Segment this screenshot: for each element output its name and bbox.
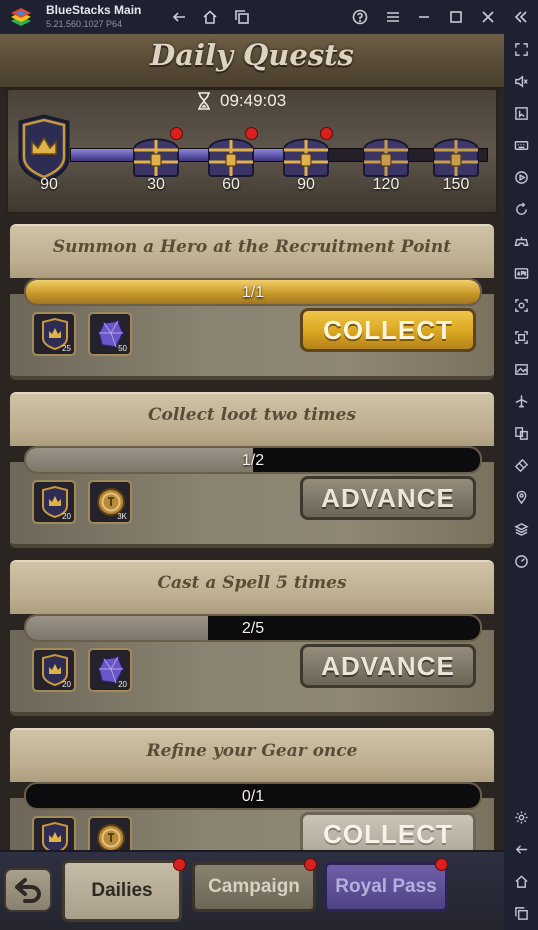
timer-value: 09:49:03 xyxy=(220,91,287,110)
milestone-notification-dot xyxy=(320,127,333,140)
bluestacks-logo-icon xyxy=(11,8,31,26)
quest-title: Summon a Hero at the Recruitment Point xyxy=(52,237,452,257)
record-icon[interactable] xyxy=(511,327,531,347)
android-recents-icon[interactable] xyxy=(511,903,531,923)
return-button[interactable] xyxy=(4,868,52,912)
reward-quantity: 20 xyxy=(62,680,71,689)
reward-quantity: 3K xyxy=(117,512,127,521)
emulator-title: BlueStacks Main xyxy=(46,3,142,17)
minimize-icon[interactable] xyxy=(414,7,434,27)
quest-card: Cast a Spell 5 times 20 20 ADVANCE 2/5 xyxy=(10,560,494,716)
quest-points-shield-icon xyxy=(18,114,70,184)
tab-royal-pass[interactable]: Royal Pass xyxy=(324,862,448,912)
milestone-notification-dot xyxy=(245,127,258,140)
hourglass-icon xyxy=(198,92,210,110)
quest-progress-bar: 1/1 xyxy=(24,278,482,306)
quest-reward-area: 20 20 ADVANCE xyxy=(10,630,494,716)
tab-dailies[interactable]: Dailies xyxy=(62,860,182,922)
quest-progress-text: 0/1 xyxy=(241,788,265,805)
volume-icon[interactable] xyxy=(511,71,531,91)
tab-royal-pass-notification-dot xyxy=(435,858,448,871)
quest-reward-area: 25 50 COLLECT xyxy=(10,294,494,380)
milestone-value: 90 xyxy=(297,176,315,193)
quest-advance-button[interactable]: ADVANCE xyxy=(300,644,476,688)
pointer-icon[interactable] xyxy=(511,103,531,123)
maximize-icon[interactable] xyxy=(446,7,466,27)
quest-points-value: 90 xyxy=(40,176,58,193)
quest-progress-bar: 2/5 xyxy=(24,614,482,642)
quest-title: Cast a Spell 5 times xyxy=(157,573,347,593)
fullscreen-icon[interactable] xyxy=(511,39,531,59)
gamepad-icon[interactable] xyxy=(511,231,531,251)
media-folder-icon[interactable] xyxy=(511,359,531,379)
help-icon[interactable] xyxy=(350,7,370,27)
reward-slot[interactable]: 50 xyxy=(88,312,132,356)
game-viewport: Daily Quests 09:49:03 90 30 60 90 120 150 Su… xyxy=(0,34,504,930)
reward-slot[interactable]: 20 xyxy=(32,480,76,524)
airplane-icon[interactable] xyxy=(511,391,531,411)
quest-progress-text: 2/5 xyxy=(241,620,265,637)
keyboard-icon[interactable] xyxy=(511,135,531,155)
emulator-version: 5.21.560.1027 P64 xyxy=(46,19,123,29)
android-back-icon[interactable] xyxy=(511,839,531,859)
collapse-sidebar-icon[interactable] xyxy=(510,7,530,27)
settings-icon[interactable] xyxy=(511,807,531,827)
quest-progress-bar: 0/1 xyxy=(24,782,482,810)
reward-slot[interactable]: 20 xyxy=(88,648,132,692)
reward-quantity: 20 xyxy=(62,512,71,521)
milestone-chest-icon[interactable] xyxy=(428,130,484,180)
macro-icon[interactable] xyxy=(511,167,531,187)
emulator-side-toolbar xyxy=(504,34,538,930)
apk-install-icon[interactable] xyxy=(511,263,531,283)
reward-slot[interactable]: 25 xyxy=(32,312,76,356)
recent-apps-icon[interactable] xyxy=(232,7,252,27)
tab-campaign-notification-dot xyxy=(304,858,317,871)
quest-advance-button[interactable]: ADVANCE xyxy=(300,476,476,520)
quest-card: Summon a Hero at the Recruitment Point 25… xyxy=(10,224,494,380)
quest-title: Collect loot two times xyxy=(147,405,357,425)
quest-progress-text: 1/2 xyxy=(241,452,265,469)
milestone-value: 120 xyxy=(372,176,400,193)
quest-title: Refine your Gear once xyxy=(146,741,358,761)
reward-quantity: 50 xyxy=(118,344,127,353)
emulator-title-bar: BlueStacks Main 5.21.560.1027 P64 xyxy=(0,0,538,34)
layers-icon[interactable] xyxy=(511,519,531,539)
back-arrow-icon[interactable] xyxy=(169,7,189,27)
reset-timer: 09:49:03 xyxy=(196,91,286,111)
page-title: Daily Quests xyxy=(150,38,354,72)
menu-icon[interactable] xyxy=(383,7,403,27)
return-arrow-icon xyxy=(15,878,41,903)
home-icon[interactable] xyxy=(200,7,220,27)
screenshot-icon[interactable] xyxy=(511,295,531,315)
reward-slot[interactable]: 20 xyxy=(32,648,76,692)
location-icon[interactable] xyxy=(511,487,531,507)
eco-mode-icon[interactable] xyxy=(511,455,531,475)
rotate-icon[interactable] xyxy=(511,199,531,219)
quest-progress-text: 1/1 xyxy=(241,284,265,301)
reward-slot[interactable]: 3K xyxy=(88,480,132,524)
milestone-chest-icon[interactable] xyxy=(358,130,414,180)
quest-progress-bar: 1/2 xyxy=(24,446,482,474)
milestone-value: 60 xyxy=(222,176,240,193)
reward-quantity: 25 xyxy=(62,344,71,353)
close-icon[interactable] xyxy=(478,7,498,27)
quest-card: Collect loot two times 20 3K ADVANCE 1/2 xyxy=(10,392,494,548)
quest-collect-button[interactable]: COLLECT xyxy=(300,308,476,352)
milestone-notification-dot xyxy=(170,127,183,140)
milestone-value: 30 xyxy=(147,176,165,193)
performance-icon[interactable] xyxy=(511,551,531,571)
tab-campaign[interactable]: Campaign xyxy=(192,862,316,912)
tab-dailies-notification-dot xyxy=(173,858,186,871)
quest-reward-area: 20 3K ADVANCE xyxy=(10,462,494,548)
multi-instance-icon[interactable] xyxy=(511,423,531,443)
android-home-icon[interactable] xyxy=(511,871,531,891)
milestone-value: 150 xyxy=(442,176,470,193)
reward-quantity: 20 xyxy=(118,680,127,689)
